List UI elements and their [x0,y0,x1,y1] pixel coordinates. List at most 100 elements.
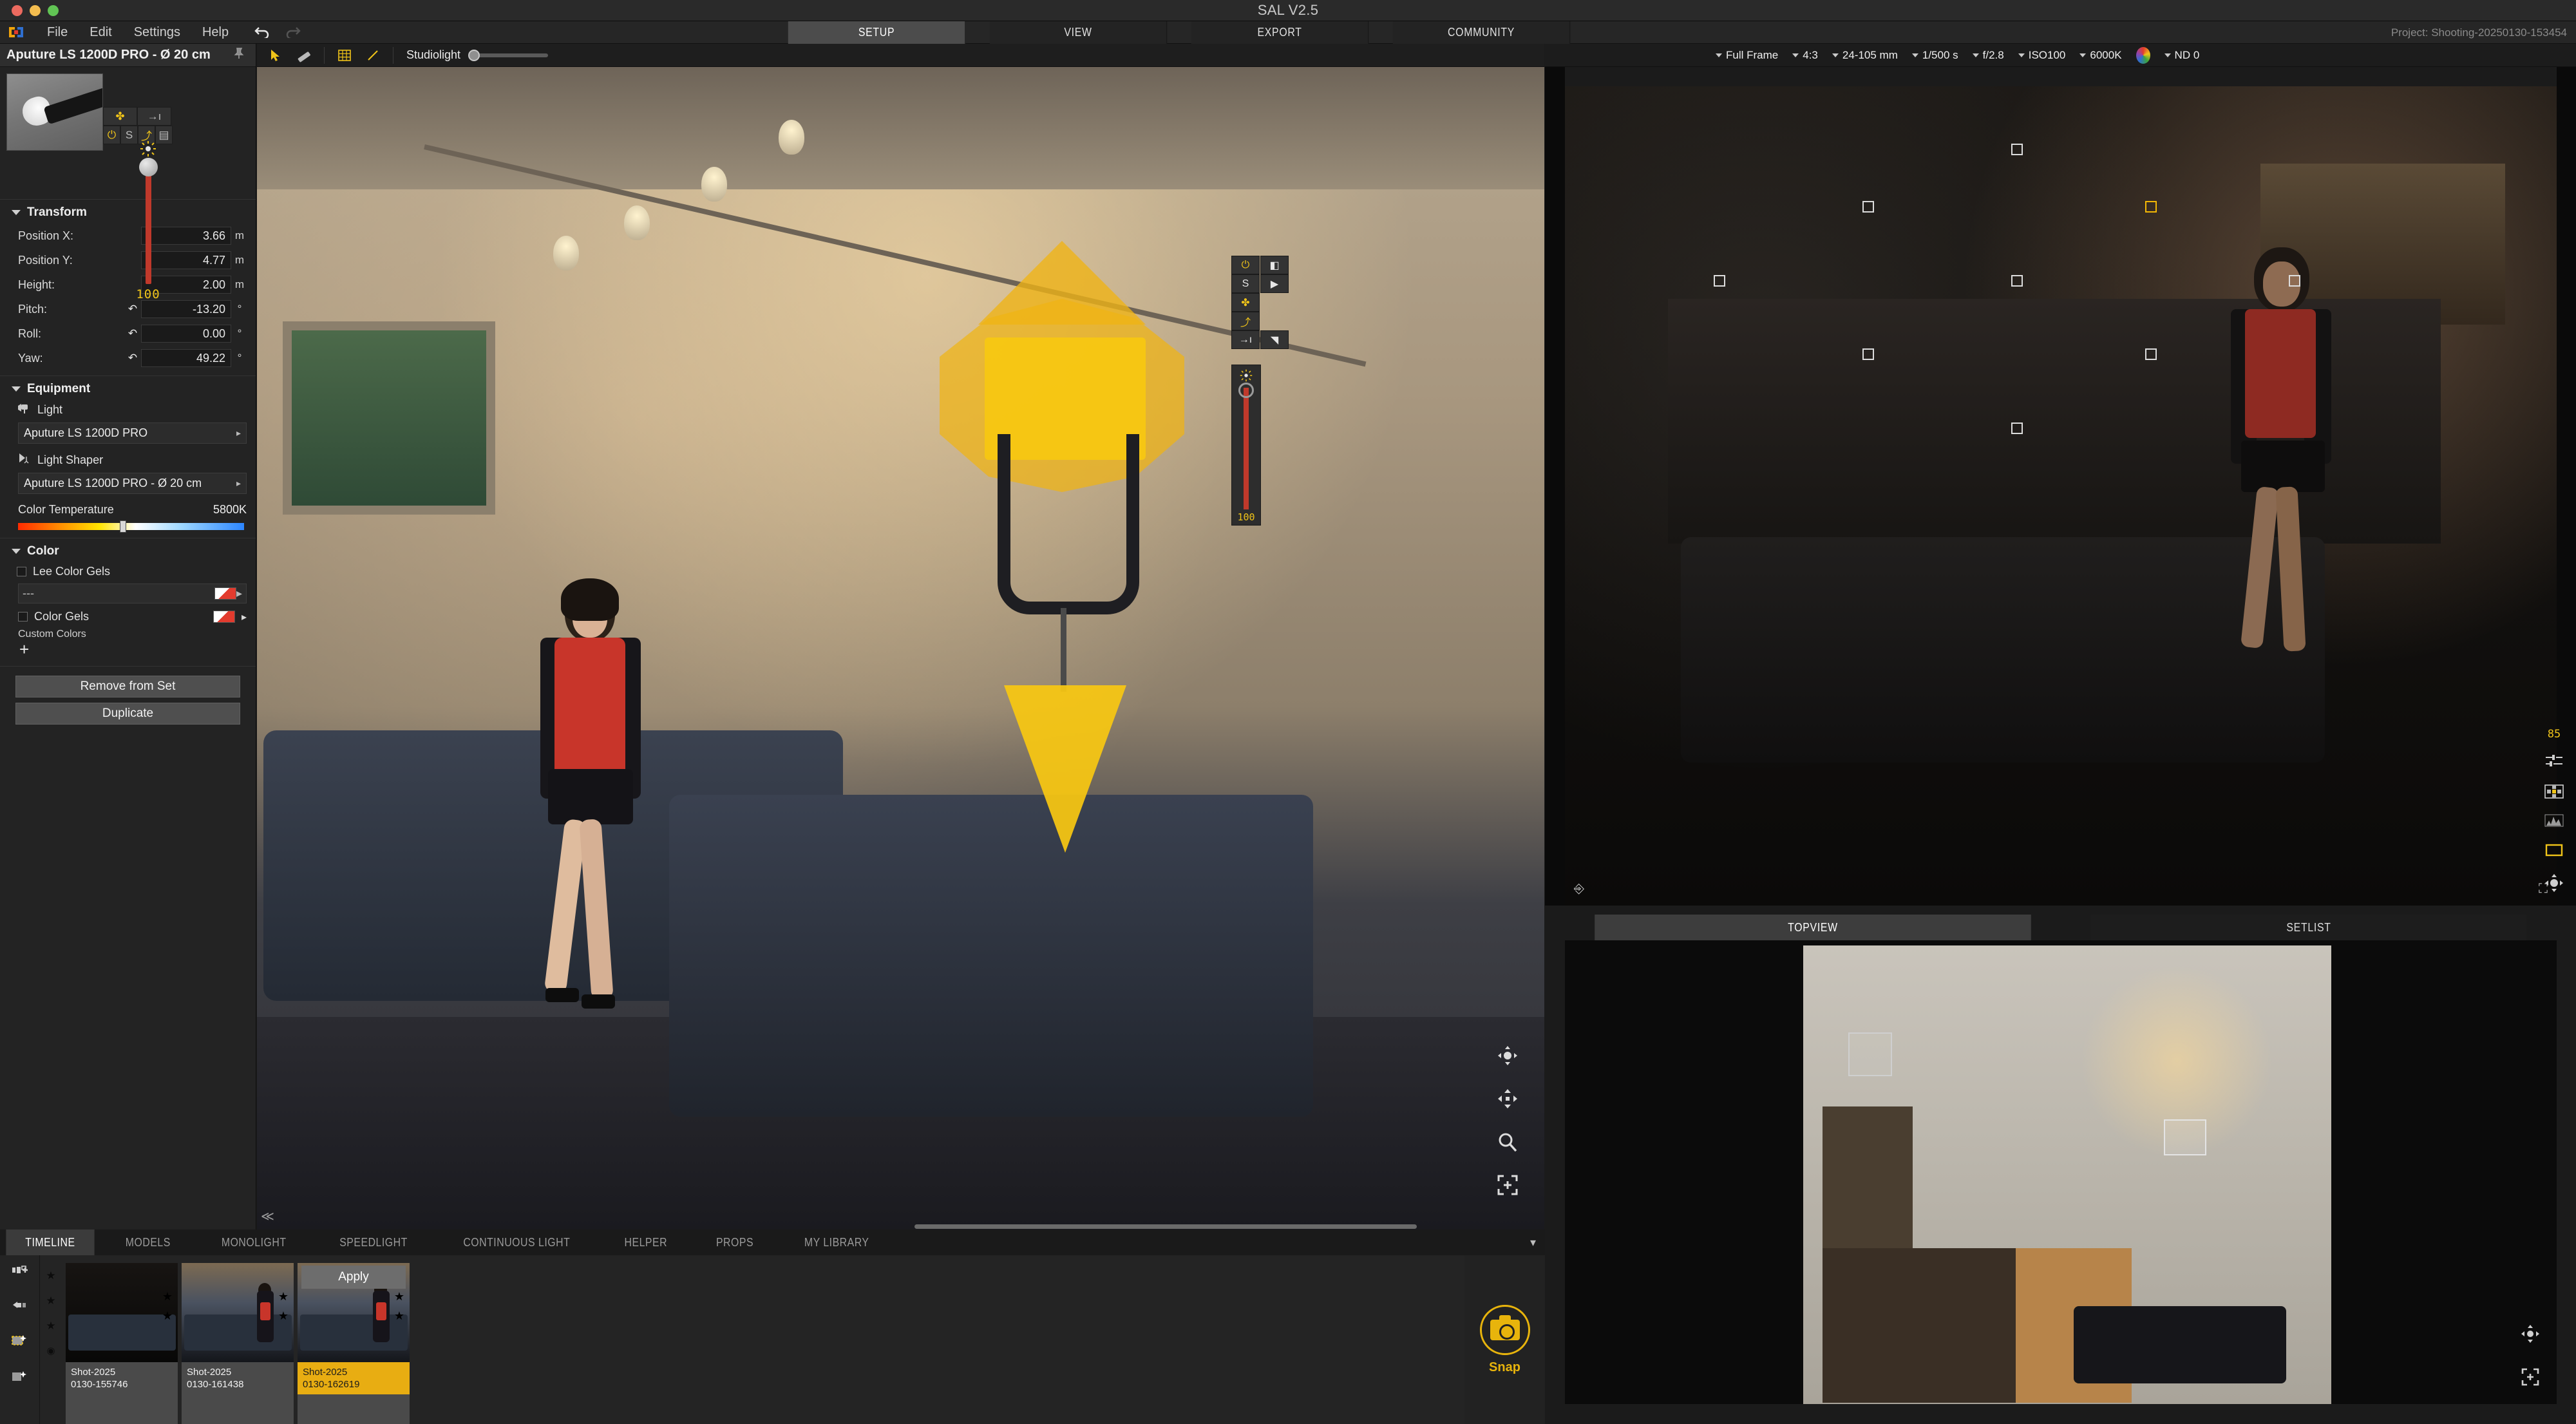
chevron-down-icon[interactable] [2018,53,2025,57]
fit-view-icon[interactable] [1497,1174,1519,1201]
nav-tab-export[interactable]: EXPORT [1191,21,1369,44]
color-temperature-slider[interactable] [18,520,244,533]
focal-length-select[interactable]: 24-105 mm [1826,47,1904,64]
target-person-icon[interactable]: →ı [137,107,171,126]
star-icon[interactable]: ★ [46,1269,55,1282]
scene-viewport[interactable]: ⏻ S ✤ ⤴ →ı ◧ ▶ ◥ 100 ≪ [257,67,1544,1229]
lee-color-gels-checkbox[interactable] [17,567,26,576]
focus-point[interactable] [2011,274,2023,287]
focus-point[interactable] [2145,348,2157,361]
transform-header[interactable]: Transform [0,204,256,223]
power-icon[interactable]: ⏻ [1231,256,1260,274]
apply-button[interactable]: Apply [301,1266,406,1289]
aperture-select[interactable]: f/2.8 [1966,47,2011,64]
focus-point[interactable] [1714,274,1725,287]
chevron-down-icon[interactable]: ▾ [1530,1236,1536,1249]
star-icon[interactable]: ★ [394,1290,404,1304]
intensity-knob[interactable] [138,158,158,176]
studiolight-knob[interactable] [468,49,480,61]
load-shot-icon[interactable] [12,1299,28,1315]
scene-model[interactable] [515,578,682,1033]
chevron-down-icon[interactable] [2164,53,2171,57]
tab-monolight[interactable]: MONOLIGHT [202,1229,306,1255]
color-temperature-knob[interactable] [119,520,126,533]
chevron-down-icon[interactable] [12,549,21,554]
collapse-left-icon[interactable]: ≪ [261,1208,274,1224]
viewport-intensity-track[interactable] [1238,383,1254,509]
zoom-icon[interactable] [1497,1131,1519,1157]
tab-helper[interactable]: HELPER [605,1229,686,1255]
camera-flip-icon[interactable]: ⎆ [1574,882,1584,897]
plus-icon[interactable]: + [0,641,256,661]
solo-icon[interactable]: S [1231,274,1260,293]
tab-timeline[interactable]: TIMELINE [6,1229,95,1255]
light-gizmo[interactable] [901,241,1236,853]
chevron-down-icon[interactable] [12,386,21,392]
chevron-right-icon[interactable]: ▸ [236,428,241,439]
line-icon[interactable] [361,46,385,65]
gel-icon[interactable]: ◥ [1260,330,1289,349]
star-icon[interactable]: ★ [46,1295,55,1307]
focus-point[interactable] [2289,274,2301,287]
viewport-intensity-slider[interactable]: 100 [1231,365,1261,526]
stand-icon[interactable]: ⤴ [1231,312,1260,330]
light-shaper-select[interactable]: Aputure LS 1200D PRO - Ø 20 cm ▸ [18,473,247,494]
focus-grid-icon[interactable] [2544,784,2564,802]
camera-preview[interactable]: ⎆ ⛶ [1565,86,2557,906]
focus-point[interactable] [2011,144,2023,156]
levels-sliders-icon[interactable] [2544,752,2564,773]
menu-file[interactable]: File [36,21,79,44]
nav-tab-setup[interactable]: SETUP [788,21,966,44]
barndoor-icon[interactable]: ◧ [1260,256,1289,274]
chevron-down-icon[interactable] [1716,53,1722,57]
nav-tab-view[interactable]: VIEW [989,21,1168,44]
star-icon[interactable]: ★ [46,1320,55,1333]
tab-speedlight[interactable]: SPEEDLIGHT [320,1229,426,1255]
timeline-shot-item[interactable]: ★ ★ Shot-2025 0130-155746 [66,1263,178,1424]
topview-panel[interactable] [1565,940,2557,1404]
eye-icon[interactable]: ◉ [46,1345,55,1356]
duplicate-button[interactable]: Duplicate [15,703,240,725]
chevron-right-icon[interactable]: ▸ [242,611,247,623]
app-logo-icon[interactable] [6,25,26,39]
tab-models[interactable]: MODELS [106,1229,190,1255]
chevron-down-icon[interactable] [1792,53,1799,57]
chevron-down-icon[interactable] [1832,53,1839,57]
play-icon[interactable]: ▶ [1260,274,1289,293]
move-gizmo-icon[interactable]: ✤ [1231,293,1260,312]
intensity-track[interactable] [138,158,158,284]
aspect-ratio-select[interactable]: 4:3 [1786,47,1824,64]
intensity-slider[interactable]: 100 [129,140,167,301]
undo-icon[interactable] [254,24,273,41]
focus-point[interactable] [1862,201,1874,213]
input-pitch[interactable]: -13.20 [141,300,231,318]
lee-gel-swatch-icon[interactable] [214,587,236,600]
focus-point[interactable] [1862,348,1874,361]
menu-help[interactable]: Help [191,21,240,44]
power-icon[interactable]: ⏻ [103,126,120,144]
timeline-shot-item-selected[interactable]: Apply ★ ★ Shot-2025 0130-162619 [298,1263,410,1424]
white-balance-select[interactable]: 6000K [2073,47,2128,64]
enhance-alt-icon[interactable] [12,1370,28,1387]
star-icon[interactable]: ★ [278,1290,289,1304]
move-gizmo-icon[interactable]: ✤ [103,107,137,126]
iso-select[interactable]: ISO100 [2012,47,2072,64]
color-header[interactable]: Color [0,542,256,562]
lee-color-gels-row[interactable]: Lee Color Gels [0,562,256,581]
input-roll[interactable]: 0.00 [141,325,231,343]
pan-icon[interactable] [1497,1088,1519,1114]
grid-icon[interactable] [332,46,357,65]
color-gels-checkbox[interactable] [18,612,28,622]
color-gels-row[interactable]: Color Gels ▸ [0,609,256,625]
chevron-down-icon[interactable] [1911,53,1918,57]
focus-point[interactable] [2011,422,2023,434]
menu-settings[interactable]: Settings [123,21,191,44]
focus-point-selected[interactable] [2145,201,2157,213]
fit-view-icon[interactable] [2521,1367,2540,1391]
pin-icon[interactable] [232,47,245,63]
lee-color-gels-select[interactable]: --- ▸ [18,584,247,603]
viewport-intensity-knob[interactable] [1238,383,1254,398]
nd-filter-select[interactable]: ND 0 [2158,47,2206,64]
star-icon[interactable]: ★ [278,1309,289,1323]
redo-icon[interactable] [282,24,301,41]
